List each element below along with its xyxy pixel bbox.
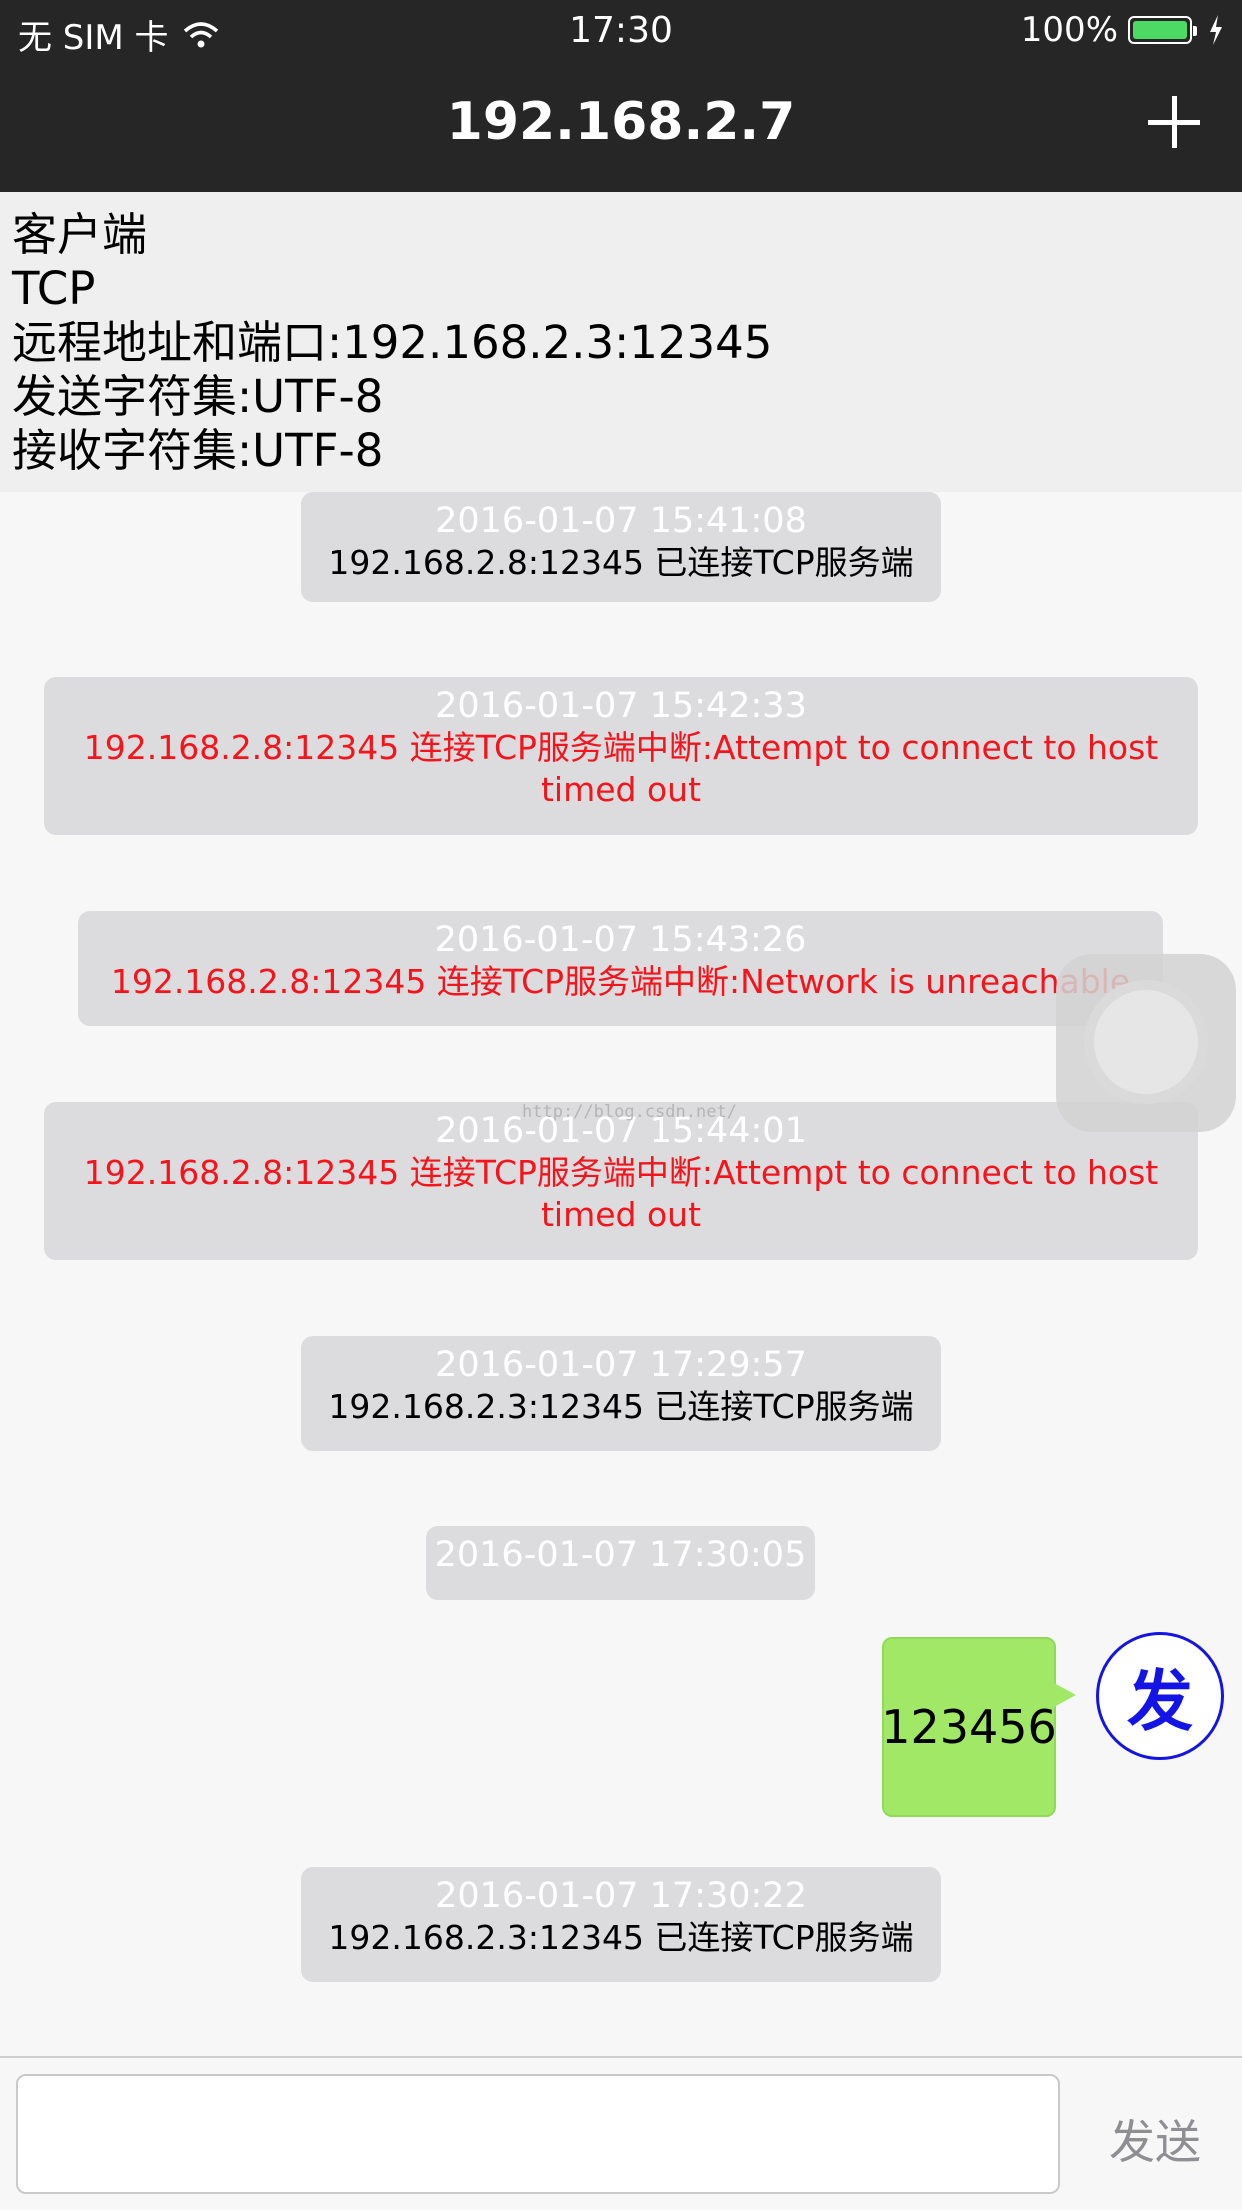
battery-percent: 100% bbox=[1020, 10, 1118, 50]
message-input[interactable] bbox=[16, 2074, 1060, 2194]
message-time: 2016-01-07 15:42:33 bbox=[435, 686, 807, 726]
message-time: 2016-01-07 15:43:26 bbox=[434, 920, 807, 960]
bolt-icon bbox=[1210, 15, 1222, 45]
log-message: 2016-01-07 15:44:01 192.168.2.8:12345 连接… bbox=[44, 1102, 1198, 1260]
top-bar: 无 SIM 卡 17:30 100% 192.168.2.7 bbox=[0, 0, 1242, 192]
message-time: 2016-01-07 15:41:08 bbox=[435, 501, 807, 541]
log-message: 2016-01-07 15:41:08 192.168.2.8:12345 已连… bbox=[301, 492, 941, 602]
message-text: 192.168.2.8:12345 已连接TCP服务端 bbox=[328, 543, 914, 582]
battery-icon bbox=[1128, 16, 1197, 44]
role-label: 客户端 bbox=[12, 208, 148, 261]
send-button[interactable]: 发送 bbox=[1080, 2106, 1230, 2172]
assistive-touch-button[interactable] bbox=[1056, 954, 1236, 1132]
message-time: 2016-01-07 17:29:57 bbox=[435, 1345, 807, 1385]
log-message: 2016-01-07 17:30:22 192.168.2.3:12345 已连… bbox=[301, 1867, 941, 1982]
protocol-label: TCP bbox=[12, 262, 96, 315]
message-text: 192.168.2.3:12345 已连接TCP服务端 bbox=[328, 1387, 914, 1426]
page-title: 192.168.2.7 bbox=[446, 92, 796, 152]
message-time: 2016-01-07 17:30:05 bbox=[434, 1535, 807, 1575]
log-message: 2016-01-07 15:43:26 192.168.2.8:12345 连接… bbox=[78, 911, 1163, 1026]
remote-address-label: 远程地址和端口:192.168.2.3:12345 bbox=[12, 316, 773, 369]
message-text: 192.168.2.3:12345 已连接TCP服务端 bbox=[328, 1918, 914, 1957]
watermark: http://blog.csdn.net/ bbox=[522, 1102, 737, 1122]
plus-icon[interactable] bbox=[1144, 92, 1204, 152]
log-message: 2016-01-07 15:42:33 192.168.2.8:12345 连接… bbox=[44, 677, 1198, 835]
battery-fill bbox=[1133, 21, 1187, 39]
assistive-touch-icon bbox=[1094, 990, 1198, 1094]
sent-message-bubble[interactable]: 123456 bbox=[881, 1637, 1076, 1817]
log-message: 2016-01-07 17:29:57 192.168.2.3:12345 已连… bbox=[301, 1336, 941, 1451]
message-text: 192.168.2.8:12345 连接TCP服务端中断:Network is … bbox=[110, 962, 1131, 1001]
input-bar: 发送 bbox=[0, 2056, 1242, 2210]
status-bar: 无 SIM 卡 17:30 100% bbox=[0, 0, 1242, 62]
message-text: 192.168.2.8:12345 连接TCP服务端中断:Attempt to … bbox=[83, 728, 1159, 809]
timestamp-chip: 2016-01-07 17:30:05 bbox=[426, 1526, 815, 1600]
message-time: 2016-01-07 17:30:22 bbox=[435, 1876, 807, 1916]
connection-info-panel: 客户端 TCP 远程地址和端口:192.168.2.3:12345 发送字符集:… bbox=[0, 192, 1242, 492]
sender-avatar[interactable]: 发 bbox=[1096, 1632, 1224, 1760]
send-charset-label: 发送字符集:UTF-8 bbox=[12, 370, 384, 423]
message-text: 192.168.2.8:12345 连接TCP服务端中断:Attempt to … bbox=[83, 1153, 1159, 1234]
recv-charset-label: 接收字符集:UTF-8 bbox=[12, 424, 384, 477]
